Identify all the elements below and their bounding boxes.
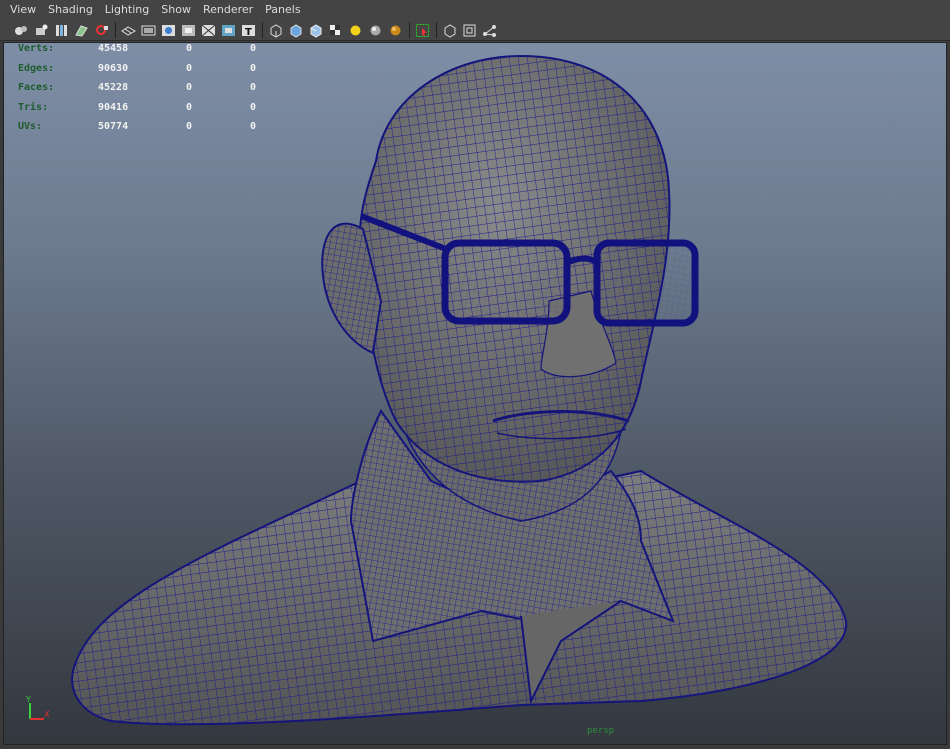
toolbar-separator bbox=[115, 22, 116, 38]
gate-mask-icon[interactable] bbox=[180, 22, 197, 39]
perspective-viewport[interactable]: Verts: 45458 0 0 Edges: 90630 0 0 Faces:… bbox=[3, 42, 947, 745]
wireframe-on-shaded-icon[interactable] bbox=[307, 22, 324, 39]
2d-pan-zoom-icon[interactable] bbox=[93, 22, 110, 39]
image-plane-icon[interactable] bbox=[73, 22, 90, 39]
film-gate-icon[interactable] bbox=[140, 22, 157, 39]
viewport-menu-bar: View Shading Lighting Show Renderer Pane… bbox=[0, 0, 950, 20]
head-bust-model[interactable] bbox=[4, 43, 947, 745]
poly-count-hud: Verts: 45458 0 0 Edges: 90630 0 0 Faces:… bbox=[18, 43, 290, 137]
menu-lighting[interactable]: Lighting bbox=[99, 0, 155, 20]
use-all-lights-icon[interactable] bbox=[347, 22, 364, 39]
y-axis-label: Y bbox=[25, 695, 31, 704]
menu-renderer[interactable]: Renderer bbox=[197, 0, 259, 20]
x-axis-label: X bbox=[44, 710, 50, 719]
camera-attributes-icon[interactable] bbox=[33, 22, 50, 39]
xray-icon[interactable] bbox=[461, 22, 478, 39]
menu-panels[interactable]: Panels bbox=[259, 0, 306, 20]
select-highlight-icon[interactable] bbox=[414, 22, 431, 39]
panel-toolbar: T bbox=[0, 20, 950, 41]
menu-show[interactable]: Show bbox=[155, 0, 197, 20]
bookmarks-icon[interactable] bbox=[53, 22, 70, 39]
isolate-select-icon[interactable] bbox=[441, 22, 458, 39]
hud-row-tris: Tris: 90416 0 0 bbox=[18, 101, 257, 113]
xray-joints-icon[interactable] bbox=[481, 22, 498, 39]
wireframe-icon[interactable] bbox=[267, 22, 284, 39]
toolbar-separator bbox=[262, 22, 263, 38]
toolbar-separator bbox=[409, 22, 410, 38]
hud-row-verts: Verts: 45458 0 0 bbox=[18, 43, 257, 55]
resolution-gate-icon[interactable] bbox=[160, 22, 177, 39]
hud-row-edges: Edges: 90630 0 0 bbox=[18, 62, 257, 74]
hud-row-uvs: UVs: 50774 0 0 bbox=[18, 121, 257, 133]
ambient-occlusion-icon[interactable] bbox=[387, 22, 404, 39]
safe-title-icon[interactable]: T bbox=[240, 22, 257, 39]
camera-name-label: persp bbox=[587, 726, 615, 736]
field-chart-icon[interactable] bbox=[200, 22, 217, 39]
safe-action-icon[interactable] bbox=[220, 22, 237, 39]
shadows-icon[interactable] bbox=[367, 22, 384, 39]
view-axis-indicator: Y X bbox=[20, 693, 54, 727]
grid-icon[interactable] bbox=[120, 22, 137, 39]
menu-shading[interactable]: Shading bbox=[42, 0, 99, 20]
camera-select-icon[interactable] bbox=[13, 22, 30, 39]
toolbar-separator bbox=[436, 22, 437, 38]
svg-text:T: T bbox=[245, 27, 252, 38]
smooth-shade-icon[interactable] bbox=[287, 22, 304, 39]
menu-view[interactable]: View bbox=[4, 0, 42, 20]
textured-icon[interactable] bbox=[327, 22, 344, 39]
hud-row-faces: Faces: 45228 0 0 bbox=[18, 82, 257, 94]
